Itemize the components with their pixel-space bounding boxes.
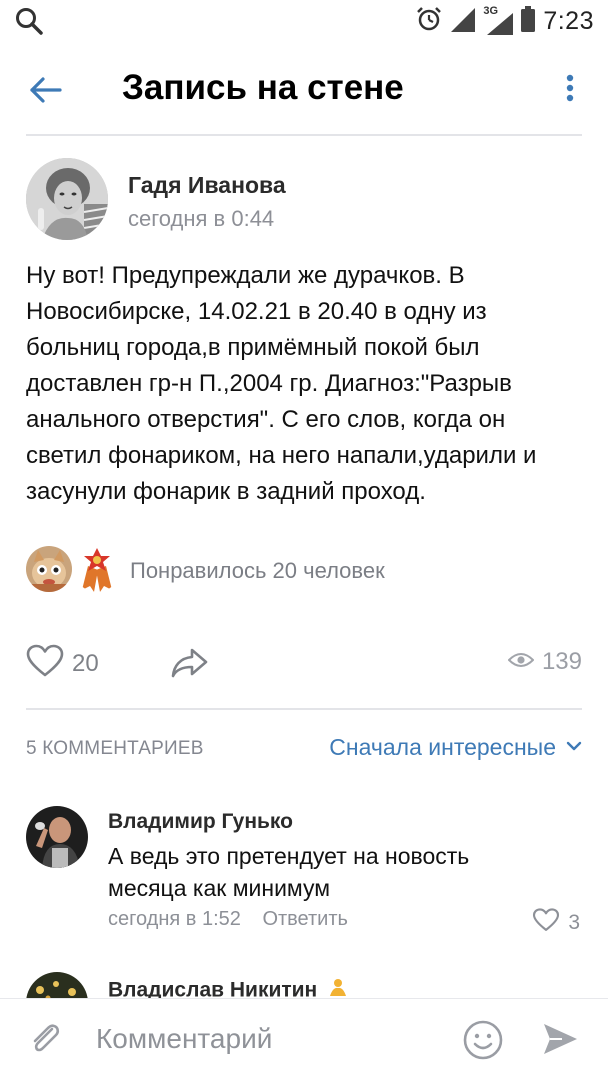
eye-icon [507, 651, 535, 674]
chevron-down-icon [566, 739, 582, 757]
author-avatar[interactable] [26, 158, 108, 240]
network-type: 3G [483, 5, 499, 17]
likes-summary[interactable]: Понравилось 20 человек [130, 558, 385, 584]
heart-icon [532, 908, 560, 937]
like-count: 20 [72, 649, 99, 677]
liker-avatar-cat [26, 546, 72, 592]
likers-row[interactable]: Понравилось 20 человек [26, 544, 586, 596]
post-actions: 20 139 [26, 640, 582, 688]
status-bar: 3G 7:23 [0, 0, 608, 44]
post-text-line: доставлен гр-н П.,2004 гр. Диагноз:"Разр… [26, 370, 512, 397]
share-button[interactable] [170, 646, 210, 685]
battery-icon [521, 5, 536, 37]
comment-text-line: месяца как минимум [108, 875, 331, 901]
post-text-line: анального отверстия". С его слов, когда … [26, 406, 506, 433]
comment-compose-bar [0, 998, 608, 1080]
comment-timestamp: сегодня в 1:52 [108, 908, 241, 930]
post-text-line: засунули фонарик в задний проход. [26, 478, 426, 505]
post-timestamp: сегодня в 0:44 [128, 206, 275, 231]
post-text: Ну вот! Предупреждали же дурачков. В Нов… [26, 258, 586, 510]
comment-author-name[interactable]: Владимир Гунько [108, 810, 293, 834]
comment-meta: сегодня в 1:52 Ответить [108, 908, 348, 931]
signal-3g-icon: 3G [483, 5, 514, 35]
comment-text-line: А ведь это претендует на новость [108, 843, 470, 869]
page-title: Запись на стене [122, 68, 404, 107]
views-counter: 139 [507, 648, 582, 676]
signal-icon [451, 6, 476, 37]
liker-avatar-ribbon [74, 546, 120, 592]
like-button[interactable]: 20 [26, 644, 99, 683]
sort-label: Сначала интересные [329, 734, 556, 760]
post-text-line: светил фонариком, на него напали,ударили… [26, 442, 537, 469]
more-options-icon[interactable] [560, 70, 580, 110]
clock: 7:23 [543, 6, 594, 35]
post-author-name[interactable]: Гадя Иванова [128, 172, 286, 199]
paperclip-icon[interactable] [26, 1019, 66, 1064]
commenter-avatar[interactable] [26, 806, 88, 868]
reply-button[interactable]: Ответить [262, 908, 348, 930]
comment-input[interactable] [96, 1023, 436, 1055]
share-arrow-icon [170, 648, 210, 684]
comments-header: 5 КОММЕНТАРИЕВ Сначала интересные [26, 734, 582, 764]
heart-icon [26, 644, 64, 683]
comment-text: А ведь это претендует на новость месяца … [108, 840, 469, 904]
comments-sort-button[interactable]: Сначала интересные [329, 734, 582, 761]
post-text-line: больниц города,в примёмный покой был [26, 334, 480, 361]
views-count: 139 [541, 648, 582, 675]
emoji-icon[interactable] [462, 1019, 504, 1066]
post-text-line: Ну вот! Предупреждали же дурачков. В [26, 262, 465, 289]
top-app-bar: Запись на стене [0, 44, 608, 136]
comment-like-button[interactable]: 3 [532, 908, 580, 937]
comments-count: 5 КОММЕНТАРИЕВ [26, 738, 204, 759]
send-icon[interactable] [540, 1019, 580, 1064]
actions-divider [26, 708, 582, 710]
header-divider [26, 134, 582, 136]
search-icon[interactable] [14, 6, 44, 41]
comment-like-count: 3 [568, 910, 580, 934]
post-text-line: Новосибирске, 14.02.21 в 20.40 в одну из [26, 298, 487, 325]
back-arrow-icon[interactable] [26, 70, 66, 110]
alarm-icon [415, 5, 443, 38]
